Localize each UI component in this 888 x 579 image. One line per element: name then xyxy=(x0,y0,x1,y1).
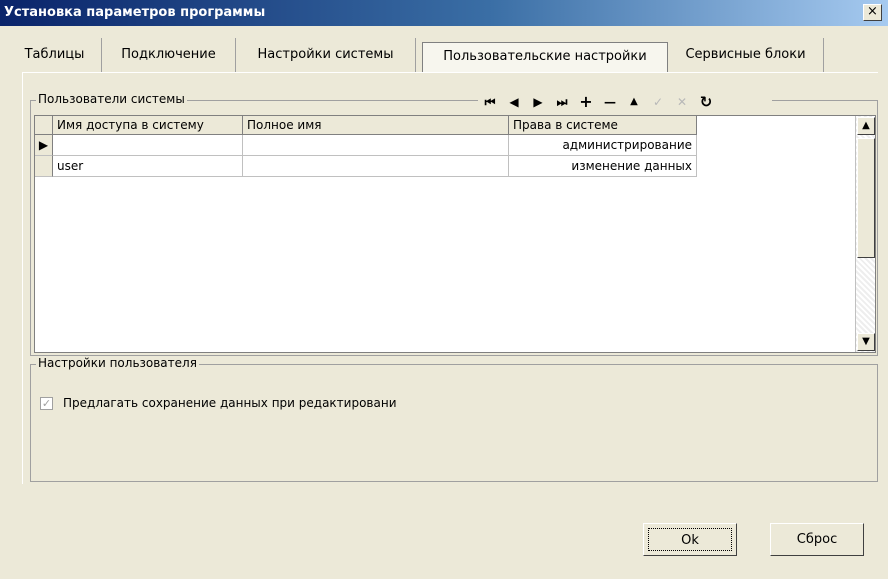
checkbox-check-icon[interactable]: ✓ xyxy=(40,396,53,410)
scroll-up-icon[interactable]: ▲ xyxy=(857,117,875,135)
table-row[interactable]: user изменение данных xyxy=(35,156,697,177)
users-grid[interactable]: Имя доступа в систему Полное имя Права в… xyxy=(34,115,876,353)
tab-connection[interactable]: Подключение xyxy=(102,38,236,72)
column-rights[interactable]: Права в системе xyxy=(509,116,697,135)
table-row[interactable]: ▶ администрирование xyxy=(35,135,697,156)
window-title: Установка параметров программы xyxy=(4,5,266,20)
tab-tables[interactable]: Таблицы xyxy=(8,38,102,72)
cell-login[interactable] xyxy=(53,135,243,156)
scroll-down-icon[interactable]: ▼ xyxy=(857,333,875,351)
users-group-label: Пользователи системы xyxy=(36,92,187,106)
column-full-name[interactable]: Полное имя xyxy=(243,116,509,135)
cell-login[interactable]: user xyxy=(53,156,243,177)
grid-scrollbar[interactable]: ▲ ▼ xyxy=(855,116,875,352)
row-indicator-icon: ▶ xyxy=(35,135,53,156)
close-button[interactable]: × xyxy=(863,4,882,21)
edit-record-icon[interactable]: ▲ xyxy=(622,93,646,111)
last-record-icon[interactable]: ⏭ xyxy=(550,93,574,111)
ok-button[interactable]: Ok xyxy=(643,523,737,556)
user-settings-groupbox xyxy=(30,364,878,482)
scroll-thumb[interactable] xyxy=(857,138,875,258)
cell-rights[interactable]: администрирование xyxy=(509,135,697,156)
cell-rights[interactable]: изменение данных xyxy=(509,156,697,177)
next-record-icon[interactable]: ▶ xyxy=(526,93,550,111)
window-titlebar: Установка параметров программы × xyxy=(0,0,888,26)
save-prompt-option[interactable]: ✓ Предлагать сохранение данных при редак… xyxy=(40,396,397,410)
reset-button[interactable]: Сброс xyxy=(770,523,864,556)
tab-user-settings[interactable]: Пользовательские настройки xyxy=(422,42,668,72)
refresh-icon[interactable]: ↻ xyxy=(694,93,718,111)
insert-record-icon[interactable]: + xyxy=(574,93,598,111)
close-icon: × xyxy=(867,4,878,19)
ok-button-label: Ok xyxy=(648,528,732,551)
row-indicator xyxy=(35,156,53,177)
cell-full-name[interactable] xyxy=(243,156,509,177)
db-navigator: ⏮ ◀ ▶ ⏭ + — ▲ ✓ ✕ ↻ xyxy=(478,92,772,112)
cancel-record-icon[interactable]: ✕ xyxy=(670,93,694,111)
header-indicator xyxy=(35,116,53,135)
post-record-icon[interactable]: ✓ xyxy=(646,93,670,111)
user-settings-group-label: Настройки пользователя xyxy=(36,356,199,370)
first-record-icon[interactable]: ⏮ xyxy=(478,93,502,111)
tab-system-settings[interactable]: Настройки системы xyxy=(236,38,416,72)
tab-service-blocks[interactable]: Сервисные блоки xyxy=(668,38,824,72)
column-login[interactable]: Имя доступа в систему xyxy=(53,116,243,135)
cell-full-name[interactable] xyxy=(243,135,509,156)
grid-header: Имя доступа в систему Полное имя Права в… xyxy=(35,116,697,135)
checkbox-label: Предлагать сохранение данных при редакти… xyxy=(63,396,397,410)
delete-record-icon[interactable]: — xyxy=(598,93,622,111)
prior-record-icon[interactable]: ◀ xyxy=(502,93,526,111)
